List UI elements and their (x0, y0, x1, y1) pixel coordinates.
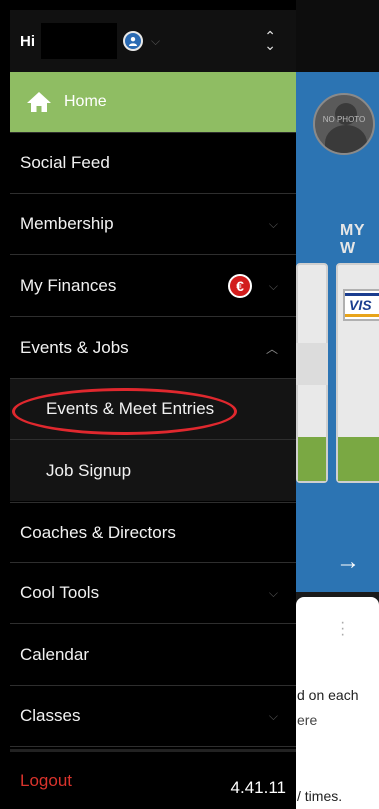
arrow-right-icon: → (336, 548, 360, 575)
sidebar-item-label: Calendar (20, 645, 89, 664)
sidebar-item-label: Coaches & Directors (20, 522, 176, 542)
chevron-down-icon: ⌵ (268, 585, 278, 600)
sidebar-item-label: Classes (20, 706, 81, 725)
background-text-line: ere (297, 712, 318, 728)
drawer-header[interactable]: Hi ⌵ ⌃ ⌄ (10, 10, 296, 72)
sidebar-item-social-feed[interactable]: Social Feed (10, 133, 296, 194)
euro-badge-icon: € (228, 274, 252, 298)
kebab-menu-icon: · · · (340, 614, 346, 643)
logout-link[interactable]: Logout (20, 771, 72, 791)
visa-stripe-blue (345, 293, 379, 296)
background-lower-card (296, 597, 379, 809)
visa-text: VIS (349, 297, 372, 313)
chevron-down-icon: ⌵ (268, 708, 278, 723)
background-section-label: MY W (340, 222, 365, 257)
chevron-down-icon: ⌵ (268, 278, 278, 293)
sidebar-subitem-job-signup[interactable]: Job Signup (10, 440, 296, 501)
visa-card-icon: VIS (343, 289, 379, 321)
sidebar-item-label: Social Feed (20, 153, 110, 172)
sidebar-item-calendar[interactable]: Calendar (10, 625, 296, 686)
background-text-line: / times. (297, 788, 343, 804)
account-switch-icon[interactable]: ⌃ ⌄ (264, 29, 276, 52)
sidebar-item-label: Membership (20, 214, 114, 233)
background-text-line: d on each (297, 687, 359, 703)
card-row-shading (296, 343, 328, 385)
sidebar-item-my-finances[interactable]: My Finances € ⌵ (10, 256, 296, 317)
sidebar-item-label: Events & Jobs (20, 338, 129, 357)
sidebar-item-label: Job Signup (46, 460, 132, 480)
sidebar-item-cool-tools[interactable]: Cool Tools ⌵ (10, 563, 296, 624)
profile-photo-placeholder: NO PHOTO (313, 93, 375, 155)
sidebar-subitem-events-meet-entries[interactable]: Events & Meet Entries (10, 379, 296, 440)
sidebar-item-coaches-directors[interactable]: Coaches & Directors (10, 502, 296, 563)
visa-stripe-gold (345, 314, 379, 317)
navigation-drawer: Hi ⌵ ⌃ ⌄ Home Social Feed Membership ⌵ My… (0, 0, 296, 809)
sidebar-item-label: Home (64, 93, 107, 110)
sidebar-item-label: Cool Tools (20, 583, 100, 602)
no-photo-text: NO PHOTO (322, 115, 366, 124)
home-icon (27, 92, 51, 112)
redacted-username (41, 23, 117, 59)
user-account-icon[interactable] (123, 31, 143, 51)
card-green-strip (338, 437, 379, 481)
sidebar-item-label: My Finances (20, 276, 117, 295)
greeting-text: Hi (20, 32, 35, 50)
sidebar-item-classes[interactable]: Classes ⌵ (10, 686, 296, 747)
avatar-body-shape (325, 125, 367, 153)
app-version: 4.41.11 (230, 778, 286, 797)
chevron-down-icon: ⌵ (268, 216, 278, 231)
card-green-strip (298, 437, 326, 481)
drawer-footer: Logout 4.41.11 (10, 749, 296, 809)
sidebar-item-home[interactable]: Home (10, 72, 296, 133)
chevron-up-icon: ︿ (265, 341, 278, 356)
chevron-down-icon[interactable]: ⌵ (151, 34, 160, 49)
sidebar-item-events-jobs[interactable]: Events & Jobs ︿ (10, 318, 296, 379)
sidebar-item-membership[interactable]: Membership ⌵ (10, 194, 296, 255)
sidebar-item-label: Events & Meet Entries (46, 399, 215, 418)
